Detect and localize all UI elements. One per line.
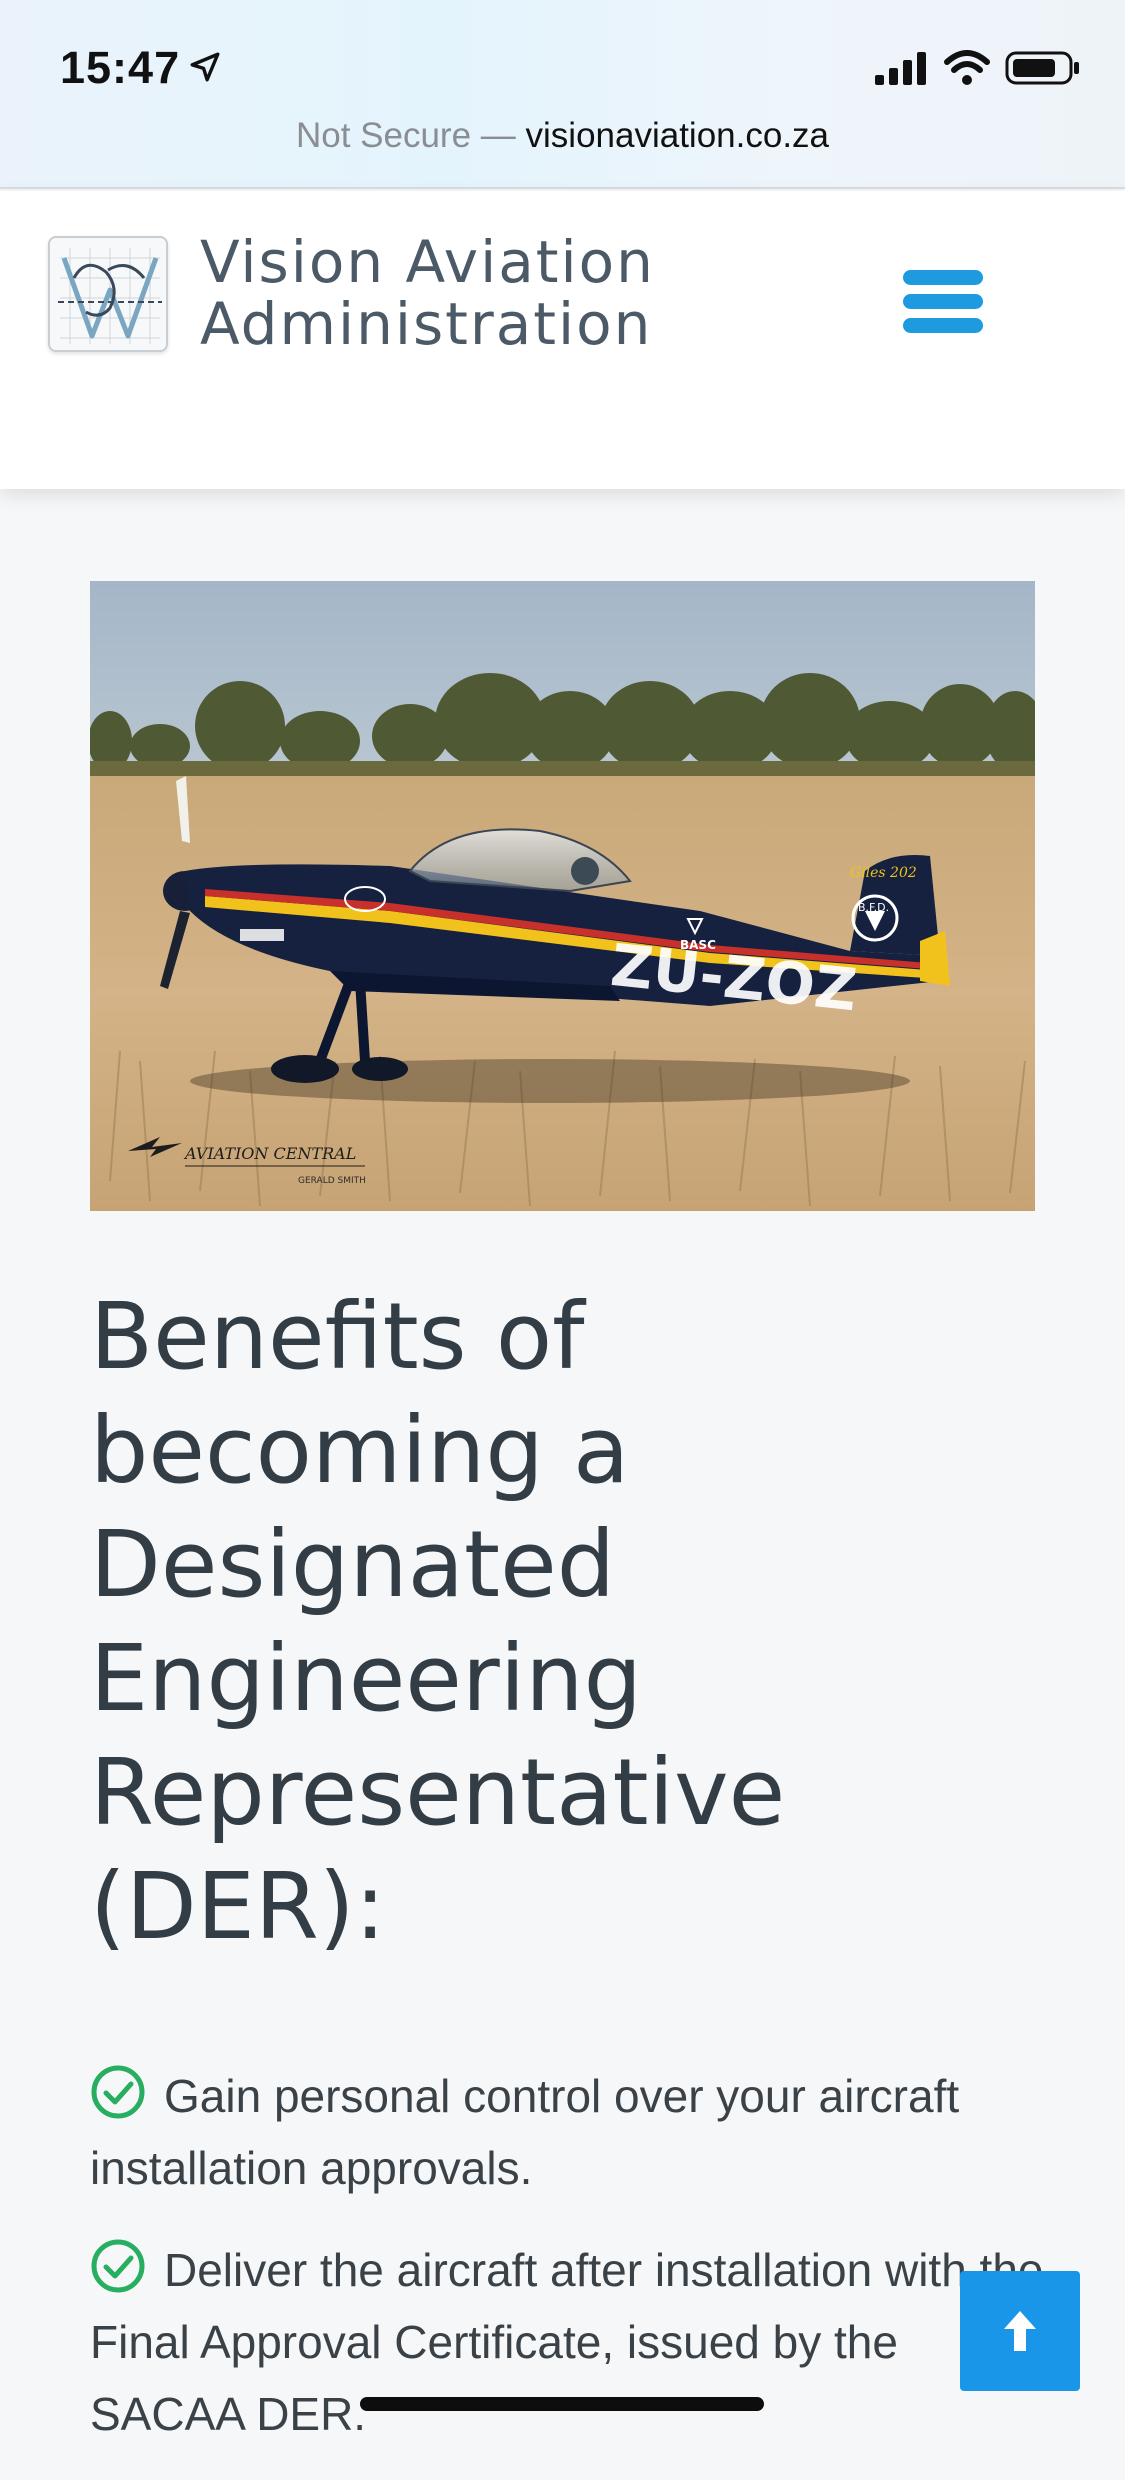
site-logo[interactable]	[48, 236, 168, 352]
arrow-up-icon	[1004, 2311, 1036, 2351]
menu-button[interactable]	[898, 266, 988, 338]
logo-icon	[58, 248, 162, 344]
site-title[interactable]: Vision Aviation Administration	[200, 231, 655, 355]
security-label: Not Secure —	[295, 116, 516, 155]
heading-line: Engineering	[90, 1625, 642, 1732]
aircraft-photo: ZU-ZOZ Giles 202 B.F.D. BASC AVIATION CE…	[90, 581, 1035, 1211]
location-arrow-icon	[190, 52, 220, 82]
site-title-line-2: Administration	[200, 290, 653, 358]
status-indicators	[875, 48, 1081, 88]
page-heading: Benefits of becoming a Designated Engine…	[90, 1280, 1035, 1964]
heading-line: (DER):	[90, 1853, 386, 1960]
site-title-line-1: Vision Aviation	[200, 228, 655, 296]
site-header: Vision Aviation Administration	[0, 191, 1125, 489]
photographer-text: GERALD SMITH	[298, 1176, 366, 1186]
battery-icon	[1005, 51, 1079, 85]
benefit-item: Gain personal control over your aircraft…	[90, 2060, 1050, 2204]
home-indicator[interactable]	[360, 2397, 764, 2411]
tail-badge-text: B.F.D.	[858, 901, 889, 914]
heading-line: Representative	[90, 1739, 786, 1846]
browser-status-area: 15:47 Not Secure — visionaviation.co.za	[0, 0, 1125, 189]
watermark-text: AVIATION CENTRAL	[183, 1144, 356, 1163]
hamburger-icon-bar	[903, 318, 983, 333]
cellular-signal-icon	[875, 52, 926, 85]
benefits-list: Gain personal control over your aircraft…	[90, 2060, 1050, 2480]
check-circle-icon	[91, 2065, 145, 2119]
wifi-icon	[944, 50, 990, 85]
fuselage-badge-text: BASC	[680, 938, 716, 952]
hero-image: ZU-ZOZ Giles 202 B.F.D. BASC AVIATION CE…	[90, 581, 1035, 1211]
url-text: visionaviation.co.za	[525, 116, 830, 155]
back-to-top-button[interactable]	[960, 2271, 1080, 2391]
status-time: 15:47	[60, 42, 181, 93]
check-circle-icon	[91, 2239, 145, 2293]
heading-line: Designated	[90, 1511, 616, 1618]
hamburger-icon-bar	[903, 294, 983, 309]
heading-line: becoming a	[90, 1397, 630, 1504]
tail-text: Giles 202	[850, 865, 917, 881]
address-bar[interactable]: Not Secure — visionaviation.co.za	[0, 116, 1125, 156]
hamburger-icon	[903, 270, 983, 285]
benefit-item: Deliver the aircraft after installation …	[90, 2234, 1050, 2450]
benefit-text: Gain personal control over your aircraft…	[90, 2070, 960, 2194]
heading-line: Benefits of	[90, 1283, 585, 1390]
